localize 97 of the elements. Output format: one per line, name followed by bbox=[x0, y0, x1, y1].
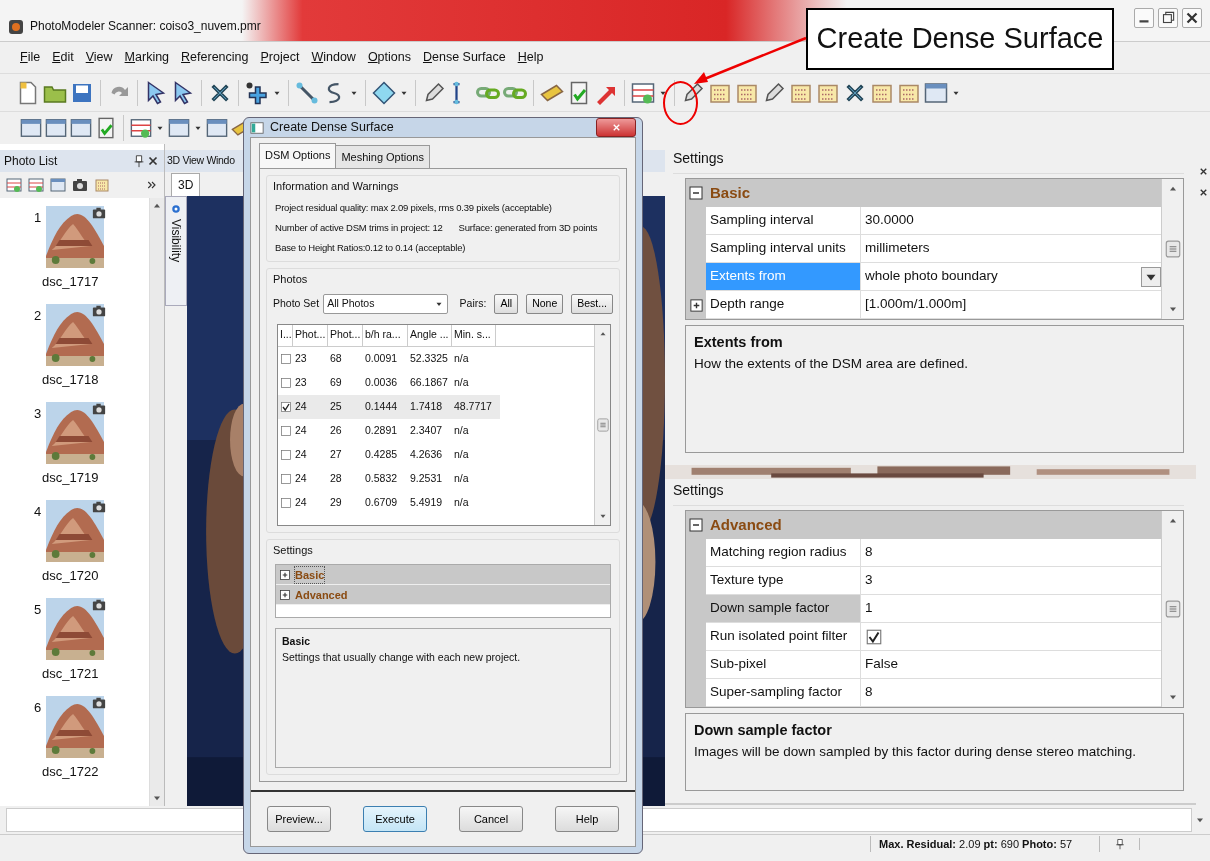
photo-number: 1 bbox=[33, 209, 42, 227]
camera-icon bbox=[92, 206, 106, 220]
panel-title: Settings bbox=[673, 144, 1184, 174]
photo-number: 4 bbox=[33, 503, 42, 521]
photo-label[interactable]: dsc_1719 bbox=[8, 468, 108, 490]
property-name[interactable]: Sampling interval bbox=[706, 207, 861, 235]
photo-label[interactable]: dsc_1721 bbox=[8, 664, 108, 686]
diamond-icon[interactable] bbox=[372, 80, 396, 105]
camera-icon[interactable] bbox=[72, 177, 88, 193]
window-icon[interactable] bbox=[50, 177, 66, 193]
photo-label[interactable]: dsc_1717 bbox=[8, 272, 108, 294]
dots-icon[interactable] bbox=[94, 177, 110, 193]
category-label: Basic bbox=[710, 182, 751, 203]
description-title: Down sample factor bbox=[694, 721, 833, 740]
photo-label[interactable]: dsc_1722 bbox=[8, 762, 108, 784]
side-tab-label: Visibility bbox=[168, 219, 184, 263]
photo-number: 6 bbox=[33, 699, 42, 717]
window-icon[interactable] bbox=[206, 117, 228, 139]
dialog-button[interactable]: Execute bbox=[363, 806, 427, 833]
photo-number: 2 bbox=[33, 307, 42, 325]
camera-icon bbox=[92, 696, 106, 710]
window-icon[interactable] bbox=[20, 117, 42, 139]
description-title: Extents from bbox=[694, 333, 784, 352]
dropdown-button[interactable] bbox=[1141, 266, 1161, 287]
menu-item[interactable]: Project bbox=[260, 48, 300, 67]
property-name[interactable]: Down sample factor bbox=[706, 595, 861, 623]
callout-label: Create Dense Surface bbox=[806, 8, 1114, 70]
dialog-icon bbox=[250, 120, 264, 135]
chevron-icon[interactable] bbox=[146, 179, 158, 191]
group-title: Information and Warnings bbox=[273, 179, 400, 194]
line-icon[interactable] bbox=[295, 80, 319, 105]
pin-icon bbox=[1113, 838, 1126, 850]
eye-icon bbox=[170, 203, 182, 215]
camera-icon bbox=[92, 500, 106, 514]
restore-icon[interactable] bbox=[1158, 8, 1178, 28]
description-text: Images will be down sampled by this factor during dense stereo matching. bbox=[694, 742, 1137, 761]
table-icon[interactable] bbox=[130, 117, 152, 139]
expand-icon[interactable] bbox=[688, 297, 704, 313]
window-icon[interactable] bbox=[45, 117, 67, 139]
status-text: Max. Residual: 2.09 pt: 690 Photo: 57 bbox=[870, 835, 1100, 853]
tab[interactable]: DSM Options bbox=[259, 142, 337, 168]
pencil-icon[interactable] bbox=[762, 80, 786, 105]
photo-number: 3 bbox=[33, 405, 42, 423]
menu-item[interactable]: Marking bbox=[124, 48, 170, 67]
dialog-title: Create Dense Surface bbox=[270, 119, 394, 137]
menu-item[interactable]: Referencing bbox=[181, 48, 249, 67]
photo-label[interactable]: dsc_1718 bbox=[8, 370, 108, 392]
scroll-thumb[interactable] bbox=[1163, 600, 1182, 618]
window-title: PhotoModeler Scanner: coiso3_nuvem.pmr bbox=[30, 18, 261, 35]
minimize-icon[interactable] bbox=[1134, 8, 1154, 28]
table-icon[interactable] bbox=[631, 80, 655, 105]
property-name[interactable]: Matching region radius bbox=[706, 539, 861, 567]
document-icon[interactable] bbox=[95, 117, 117, 139]
table-icon[interactable] bbox=[6, 177, 22, 193]
tab[interactable]: Meshing Options bbox=[335, 144, 430, 168]
collapse-icon[interactable] bbox=[688, 185, 704, 201]
window-icon[interactable] bbox=[168, 117, 190, 139]
window-icon[interactable] bbox=[924, 80, 948, 105]
menu-item[interactable]: File bbox=[20, 48, 41, 67]
camera-icon bbox=[92, 402, 106, 416]
property-name[interactable]: Depth range bbox=[706, 291, 861, 319]
plus-icon[interactable] bbox=[245, 80, 269, 105]
photo-number: 5 bbox=[33, 601, 42, 619]
property-name[interactable]: Sub-pixel bbox=[706, 651, 861, 679]
scroll-thumb[interactable] bbox=[1163, 240, 1182, 258]
dialog-button[interactable]: Preview... bbox=[267, 806, 331, 833]
table-icon[interactable] bbox=[28, 177, 44, 193]
window-icon[interactable] bbox=[70, 117, 92, 139]
pencil-icon[interactable] bbox=[422, 80, 446, 105]
photo-label[interactable]: dsc_1720 bbox=[8, 566, 108, 588]
menu-item[interactable]: View bbox=[85, 48, 113, 67]
close-button[interactable] bbox=[596, 118, 636, 137]
panel-title: 3D View Windo bbox=[167, 153, 235, 169]
menu-item[interactable]: Options bbox=[367, 48, 411, 67]
app-icon bbox=[8, 19, 24, 35]
close-icon[interactable] bbox=[1182, 8, 1202, 28]
property-name[interactable]: Super-sampling factor bbox=[706, 679, 861, 707]
menu-item[interactable]: Edit bbox=[52, 48, 74, 67]
description-text: How the extents of the DSM area are defined. bbox=[694, 354, 969, 373]
menu-item[interactable]: Dense Surface bbox=[422, 48, 506, 67]
checkbox[interactable] bbox=[865, 627, 883, 646]
property-name[interactable]: Sampling interval units bbox=[706, 235, 861, 263]
menu-item[interactable]: Help bbox=[517, 48, 544, 67]
property-name[interactable]: Run isolated point filter bbox=[706, 623, 861, 651]
panel-title: Settings bbox=[673, 476, 1184, 506]
close-icon[interactable] bbox=[146, 154, 160, 168]
dialog-button[interactable]: Cancel bbox=[459, 806, 523, 833]
panel-title: Photo List bbox=[4, 153, 59, 170]
dialog-button[interactable]: Help bbox=[555, 806, 619, 833]
property-name[interactable]: Texture type bbox=[706, 567, 861, 595]
menu-item[interactable]: Window bbox=[311, 48, 356, 67]
collapse-icon[interactable] bbox=[688, 517, 704, 533]
category-label: Advanced bbox=[710, 514, 782, 535]
pin-icon[interactable] bbox=[132, 154, 146, 168]
view-tab[interactable]: 3D bbox=[171, 172, 201, 196]
camera-icon bbox=[92, 598, 106, 612]
camera-icon bbox=[92, 304, 106, 318]
